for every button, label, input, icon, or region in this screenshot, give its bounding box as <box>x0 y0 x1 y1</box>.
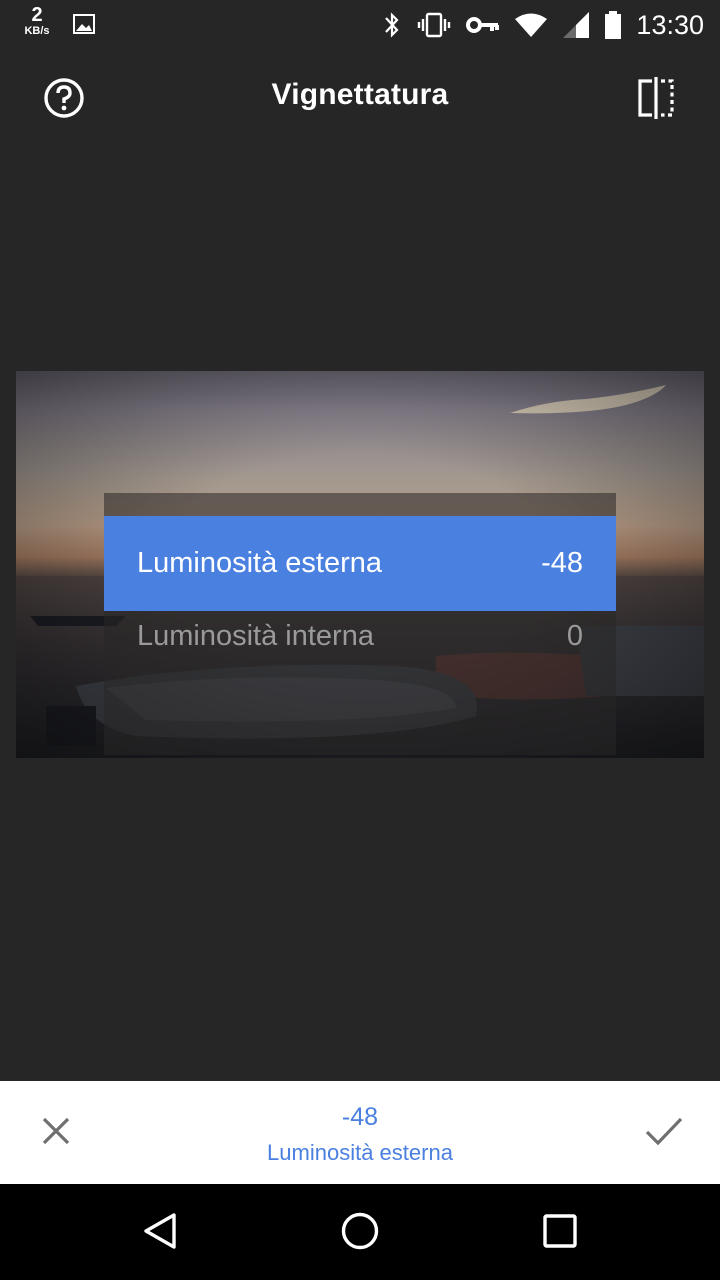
top-app-bar: Vignettatura <box>0 50 720 142</box>
current-parameter-label: Luminosità esterna <box>267 1140 453 1165</box>
network-speed: 2 KB/s <box>18 5 56 37</box>
cell-signal-icon <box>562 11 590 39</box>
current-value: -48 <box>341 1103 379 1131</box>
check-icon <box>645 1116 683 1151</box>
bluetooth-icon <box>382 11 402 39</box>
recents-square-icon <box>542 1213 578 1254</box>
back-button[interactable] <box>135 1208 185 1258</box>
parameter-label: Luminosità esterna <box>137 547 383 579</box>
parameter-value: 0 <box>566 620 583 652</box>
parameter-menu: Luminosità esterna -48 Luminosità intern… <box>104 493 616 755</box>
parameter-value: -48 <box>541 547 583 579</box>
navigation-bar <box>0 1184 720 1280</box>
back-triangle-icon <box>140 1211 180 1256</box>
recents-button[interactable] <box>535 1208 585 1258</box>
home-circle-icon <box>340 1211 380 1256</box>
compare-button[interactable] <box>630 74 682 126</box>
clock: 13:30 <box>636 9 704 40</box>
compare-split-icon <box>636 76 676 125</box>
image-icon <box>72 12 96 41</box>
screen-title: Vignettatura <box>271 78 449 111</box>
parameter-item-inner-brightness[interactable]: Luminosità interna 0 <box>104 589 616 684</box>
vibrate-icon <box>416 11 452 39</box>
wifi-icon <box>514 12 548 38</box>
network-speed-unit: KB/s <box>24 25 50 37</box>
home-button[interactable] <box>335 1208 385 1258</box>
network-speed-value: 2 <box>31 4 43 26</box>
bottom-action-bar: -48 Luminosità esterna <box>0 1081 720 1184</box>
apply-button[interactable] <box>638 1107 690 1159</box>
battery-icon <box>604 10 622 40</box>
parameter-label: Luminosità interna <box>137 620 374 652</box>
status-bar: 2 KB/s 13:30 <box>0 0 720 50</box>
vpn-key-icon <box>466 15 500 35</box>
